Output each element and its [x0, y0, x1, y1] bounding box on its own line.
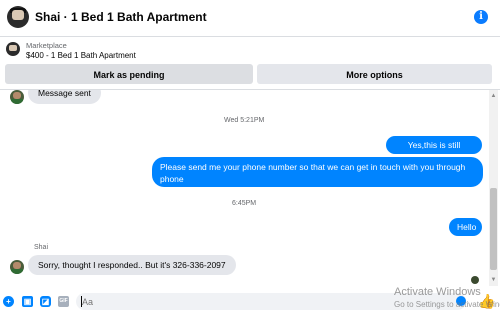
conversation-title[interactable]: Shai · 1 Bed 1 Bath Apartment: [35, 10, 207, 24]
timestamp: Wed 5:21PM: [224, 117, 265, 124]
marketplace-panel: Marketplace $400 - 1 Bed 1 Bath Apartmen…: [0, 37, 500, 90]
info-icon[interactable]: i: [474, 10, 488, 24]
listing-title[interactable]: $400 - 1 Bed 1 Bath Apartment: [26, 51, 136, 60]
scrollbar-thumb[interactable]: [490, 188, 497, 270]
conversation-header: Shai · 1 Bed 1 Bath Apartment i: [0, 0, 500, 37]
avatar-shirt: [11, 269, 23, 274]
scroll-up-arrow-icon[interactable]: ▲: [489, 92, 498, 100]
timestamp: 6:45PM: [232, 200, 257, 207]
listing-thumbnail-face: [9, 45, 17, 51]
avatar-face: [13, 262, 21, 269]
activate-windows-watermark: Activate Windows: [394, 286, 481, 298]
message-bubble-outgoing[interactable]: Yes,this is still available: [386, 136, 482, 168]
message-bubble-outgoing[interactable]: Please send me your phone number so that…: [152, 157, 483, 187]
photo-icon[interactable]: ▣: [22, 296, 33, 307]
avatar[interactable]: [10, 90, 24, 104]
message-bubble-incoming[interactable]: Sorry, thought I responded.. But it's 32…: [28, 255, 236, 275]
plus-icon[interactable]: +: [3, 296, 14, 307]
more-options-button[interactable]: More options: [257, 64, 492, 84]
scroll-down-arrow-icon[interactable]: ▼: [489, 276, 498, 284]
text-cursor: [81, 296, 82, 307]
avatar-face: [12, 10, 24, 20]
message-bubble-incoming[interactable]: Message sent: [28, 90, 101, 104]
message-bubble-outgoing[interactable]: Hello: [449, 218, 482, 236]
sender-name: Shai: [34, 244, 49, 251]
avatar[interactable]: [7, 6, 29, 28]
listing-thumbnail[interactable]: [6, 42, 20, 56]
seen-indicator-avatar: [471, 276, 479, 284]
avatar-face: [13, 92, 21, 99]
activate-windows-subtitle: Go to Settings to activate Windows.: [394, 300, 500, 309]
marketplace-label: Marketplace: [26, 41, 67, 50]
avatar[interactable]: [10, 260, 24, 274]
message-list: Message sent Wed 5:21PM Yes,this is stil…: [0, 90, 500, 286]
avatar-shirt: [11, 99, 23, 104]
mark-as-pending-button[interactable]: Mark as pending: [5, 64, 253, 84]
sticker-icon[interactable]: ◪: [40, 296, 51, 307]
gif-icon[interactable]: GIF: [58, 296, 69, 307]
